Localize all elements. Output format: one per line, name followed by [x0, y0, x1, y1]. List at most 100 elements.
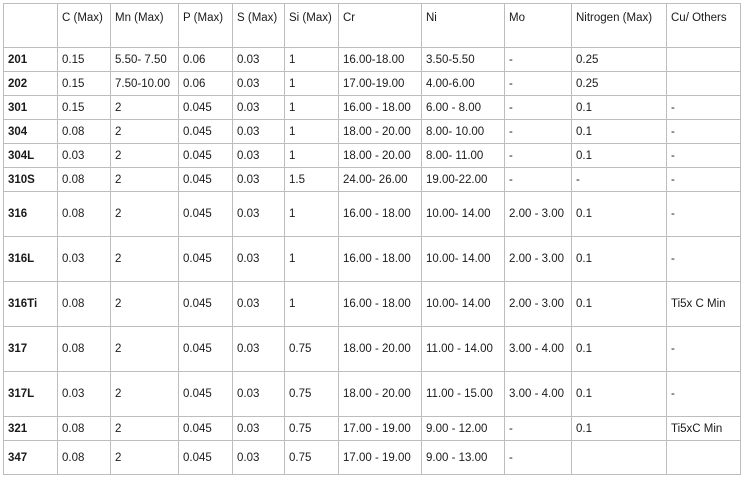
cell-mo: -: [504, 119, 572, 144]
cell-mn-max: 2: [110, 326, 179, 372]
cell-nitrogen-max: 0.1: [571, 281, 667, 327]
cell-mo: -: [504, 416, 572, 441]
cell-s-max: 0.03: [232, 47, 285, 72]
cell-p-max: 0.045: [178, 440, 233, 475]
cell-mo: 3.00 - 4.00: [504, 371, 572, 417]
cell-p-max: 0.06: [178, 47, 233, 72]
cell-cu-others: -: [666, 371, 741, 417]
cell-s-max: 0.03: [232, 326, 285, 372]
cell-mo: 2.00 - 3.00: [504, 191, 572, 237]
cell-cu-others: -: [666, 119, 741, 144]
header-cell-mn-max: Mn (Max): [110, 3, 179, 48]
header-cell-mo: Mo: [504, 3, 572, 48]
header-cell-s-max: S (Max): [232, 3, 285, 48]
cell-cr: 17.00 - 19.00: [338, 416, 422, 441]
cell-c-max: 0.08: [57, 167, 111, 192]
cell-p-max: 0.045: [178, 167, 233, 192]
cell-mo: -: [504, 167, 572, 192]
table-row: 301 0.15 2 0.045 0.03 1 16.00 - 18.00 6.00 - 8.…: [3, 95, 741, 120]
cell-p-max: 0.045: [178, 191, 233, 237]
cell-mn-max: 2: [110, 236, 179, 282]
cell-nitrogen-max: 0.1: [571, 371, 667, 417]
cell-c-max: 0.15: [57, 47, 111, 72]
cell-nitrogen-max: -: [571, 167, 667, 192]
table-row: 347 0.08 2 0.045 0.03 0.75 17.00 - 19.00 9.00 -…: [3, 440, 741, 475]
table-row: 304L 0.03 2 0.045 0.03 1 18.00 - 20.00 8.00- 11…: [3, 143, 741, 168]
cell-c-max: 0.08: [57, 281, 111, 327]
header-cell-nitrogen-max: Nitrogen (Max): [571, 3, 667, 48]
cell-cu-others: Ti5xC Min: [666, 416, 741, 441]
cell-ni: 10.00- 14.00: [421, 236, 505, 282]
cell-si-max: 0.75: [284, 371, 339, 417]
cell-s-max: 0.03: [232, 236, 285, 282]
cell-ni: 4.00-6.00: [421, 71, 505, 96]
cell-si-max: 1: [284, 119, 339, 144]
cell-mo: 3.00 - 4.00: [504, 326, 572, 372]
cell-si-max: 1: [284, 236, 339, 282]
cell-p-max: 0.045: [178, 95, 233, 120]
cell-ni: 8.00- 10.00: [421, 119, 505, 144]
cell-ni: 11.00 - 14.00: [421, 326, 505, 372]
cell-p-max: 0.045: [178, 371, 233, 417]
cell-mn-max: 2: [110, 95, 179, 120]
cell-c-max: 0.08: [57, 119, 111, 144]
cell-si-max: 1: [284, 47, 339, 72]
table-row: 321 0.08 2 0.045 0.03 0.75 17.00 - 19.00 9.00 -…: [3, 416, 741, 441]
cell-ni: 9.00 - 13.00: [421, 440, 505, 475]
cell-cu-others: [666, 440, 741, 475]
cell-c-max: 0.08: [57, 191, 111, 237]
cell-cu-others: -: [666, 326, 741, 372]
grade-cell: 317L: [3, 371, 58, 417]
cell-p-max: 0.06: [178, 71, 233, 96]
cell-ni: 10.00- 14.00: [421, 191, 505, 237]
table-row: 202 0.15 7.50-10.00 0.06 0.03 1 17.00-19.00 4.0…: [3, 71, 741, 96]
table-row: 317L 0.03 2 0.045 0.03 0.75 18.00 - 20.00 11.00…: [3, 371, 741, 417]
cell-c-max: 0.08: [57, 326, 111, 372]
cell-p-max: 0.045: [178, 236, 233, 282]
cell-cu-others: -: [666, 236, 741, 282]
cell-mo: -: [504, 71, 572, 96]
cell-s-max: 0.03: [232, 167, 285, 192]
cell-mn-max: 2: [110, 143, 179, 168]
cell-cr: 16.00 - 18.00: [338, 236, 422, 282]
cell-ni: 3.50-5.50: [421, 47, 505, 72]
cell-cu-others: -: [666, 143, 741, 168]
cell-mo: -: [504, 95, 572, 120]
cell-nitrogen-max: 0.1: [571, 236, 667, 282]
cell-cr: 16.00 - 18.00: [338, 95, 422, 120]
cell-mo: -: [504, 143, 572, 168]
cell-ni: 9.00 - 12.00: [421, 416, 505, 441]
cell-cr: 16.00 - 18.00: [338, 191, 422, 237]
cell-mo: -: [504, 47, 572, 72]
cell-s-max: 0.03: [232, 71, 285, 96]
table-row: 316Ti 0.08 2 0.045 0.03 1 16.00 - 18.00 10.00- …: [3, 281, 741, 327]
header-cell-cu-others: Cu/ Others: [666, 3, 741, 48]
cell-c-max: 0.03: [57, 143, 111, 168]
cell-si-max: 1.5: [284, 167, 339, 192]
cell-cu-others: -: [666, 167, 741, 192]
cell-mn-max: 7.50-10.00: [110, 71, 179, 96]
cell-mn-max: 2: [110, 167, 179, 192]
grade-cell: 304: [3, 119, 58, 144]
table-row: 317 0.08 2 0.045 0.03 0.75 18.00 - 20.00 11.00 …: [3, 326, 741, 372]
cell-c-max: 0.03: [57, 371, 111, 417]
cell-p-max: 0.045: [178, 416, 233, 441]
cell-ni: 10.00- 14.00: [421, 281, 505, 327]
grade-cell: 201: [3, 47, 58, 72]
cell-s-max: 0.03: [232, 191, 285, 237]
cell-nitrogen-max: 0.25: [571, 71, 667, 96]
cell-si-max: 1: [284, 143, 339, 168]
cell-nitrogen-max: 0.25: [571, 47, 667, 72]
grade-cell: 316L: [3, 236, 58, 282]
grade-cell: 321: [3, 416, 58, 441]
cell-cr: 18.00 - 20.00: [338, 326, 422, 372]
cell-mn-max: 2: [110, 191, 179, 237]
cell-cr: 16.00-18.00: [338, 47, 422, 72]
cell-s-max: 0.03: [232, 143, 285, 168]
grade-cell: 347: [3, 440, 58, 475]
cell-cu-others: -: [666, 95, 741, 120]
cell-s-max: 0.03: [232, 371, 285, 417]
table-row: 304 0.08 2 0.045 0.03 1 18.00 - 20.00 8.00- 10.…: [3, 119, 741, 144]
cell-si-max: 0.75: [284, 416, 339, 441]
cell-s-max: 0.03: [232, 416, 285, 441]
